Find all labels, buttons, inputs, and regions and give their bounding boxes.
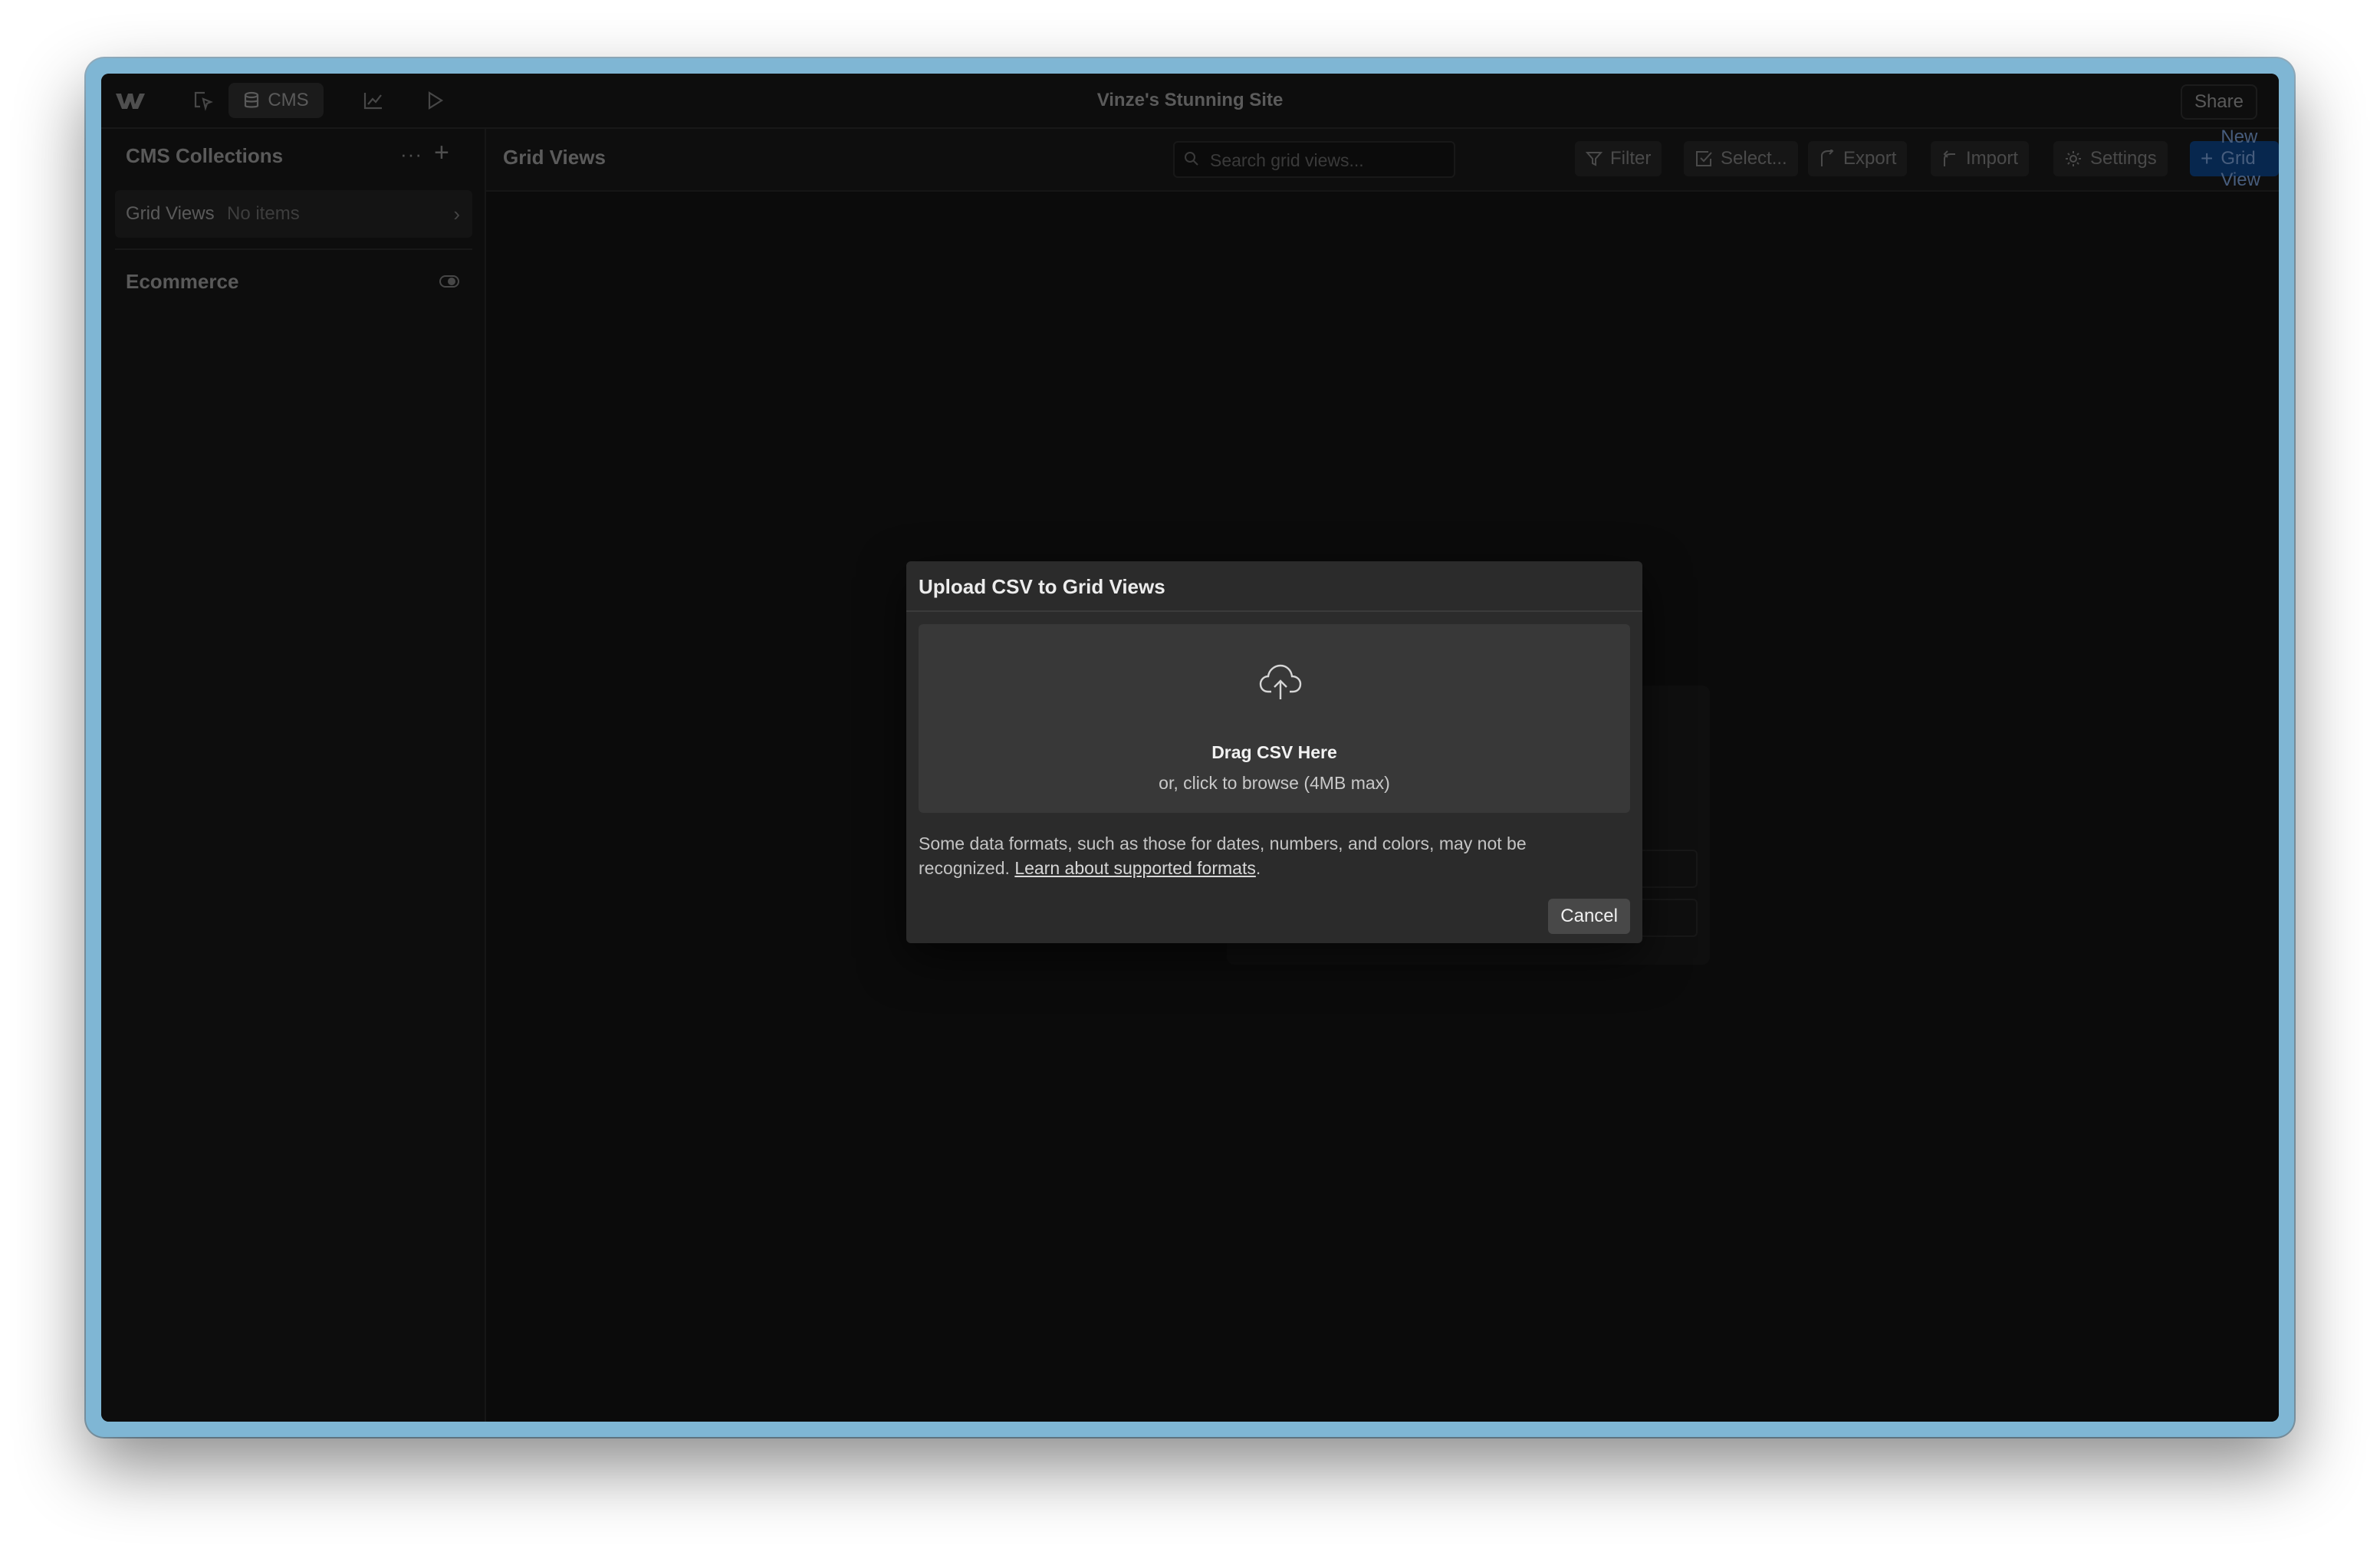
app-window-frame: CMS Vinze's Stunning Site Share CMS Coll… [86,58,2294,1437]
format-note-end: . [1255,858,1261,878]
supported-formats-link[interactable]: Learn about supported formats [1014,858,1256,878]
cancel-button[interactable]: Cancel [1548,899,1630,934]
app-window: CMS Vinze's Stunning Site Share CMS Coll… [101,74,2279,1422]
csv-dropzone[interactable]: Drag CSV Here or, click to browse (4MB m… [919,624,1630,813]
upload-csv-modal: Upload CSV to Grid Views Drag CSV Here o… [906,561,1642,943]
cloud-upload-icon [1259,664,1302,699]
dropzone-title: Drag CSV Here [1211,742,1337,762]
format-note: Some data formats, such as those for dat… [919,831,1578,880]
dropzone-subtitle: or, click to browse (4MB max) [1159,773,1390,793]
modal-title: Upload CSV to Grid Views [919,575,1165,598]
modal-divider [906,610,1642,612]
